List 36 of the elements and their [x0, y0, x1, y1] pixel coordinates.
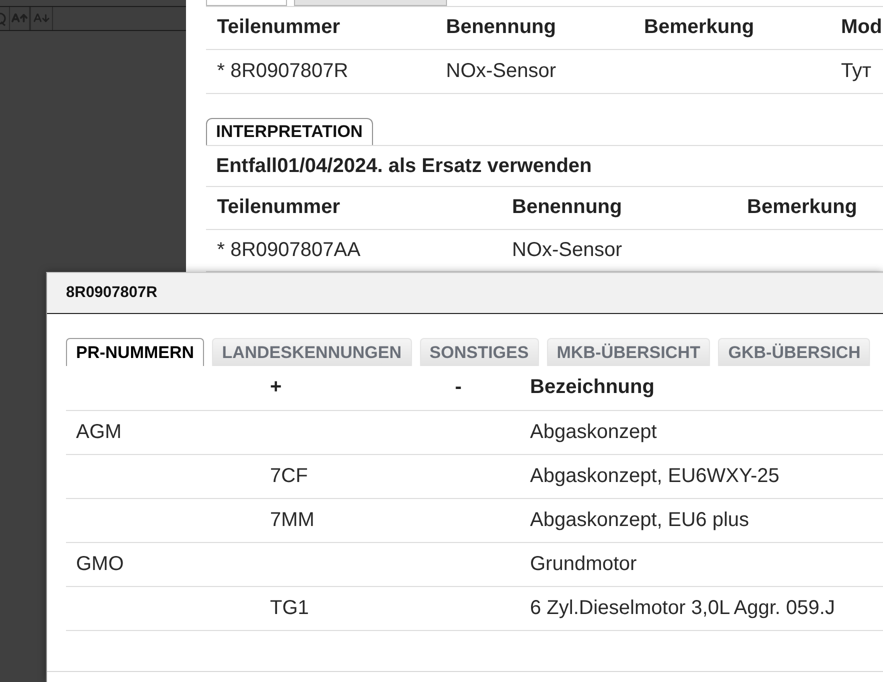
column-header: Teilenummer [206, 7, 435, 49]
tab[interactable] [294, 0, 447, 6]
tab[interactable]: SONSTIGES [420, 338, 539, 366]
tab[interactable]: PR-NUMMERN [66, 338, 204, 366]
column-header: Bemerkung [736, 186, 883, 230]
decrease-font-button[interactable] [30, 7, 53, 30]
search-icon[interactable] [0, 12, 6, 26]
tab[interactable]: LANDESKENNUNGEN [212, 338, 412, 366]
column-header: Bemerkung [633, 7, 830, 49]
dialog-title: 8R0907807R [66, 284, 158, 302]
table-cell: 7MM [260, 498, 445, 542]
column-header: Teilenummer [206, 186, 501, 230]
column-header: Bezeichnung [520, 366, 883, 410]
table-cell: 7CF [260, 454, 445, 498]
table-cell: 6 Zyl.Dieselmotor 3,0L Aggr. 059.J [520, 586, 883, 630]
table-cell: GMO [66, 542, 260, 586]
column-header: Benennung [501, 186, 736, 230]
table-cell: Abgaskonzept, EU6WXY-25 [520, 454, 883, 498]
tab[interactable]: GKB-ÜBERSICH [718, 338, 870, 366]
table-cell: Тут [830, 49, 883, 93]
table-cell: NOx-Sensor [435, 49, 633, 93]
table-cell: * 8R0907807R [206, 49, 435, 93]
column-header: Benennung [435, 7, 633, 49]
column-header: - [445, 366, 520, 410]
table-cell: Abgaskonzept, EU6 plus [520, 498, 883, 542]
increase-font-button[interactable] [9, 7, 30, 30]
column-header: + [260, 366, 445, 410]
section-tab[interactable]: INTERPRETATION [206, 118, 373, 144]
tab[interactable]: MKB-ÜBERSICHT [546, 338, 710, 366]
table-cell: AGM [66, 410, 260, 454]
tab[interactable] [206, 0, 287, 6]
column-header: Mod [830, 7, 883, 49]
table-cell: TG1 [260, 586, 445, 630]
table-cell: Grundmotor [520, 542, 883, 586]
table-cell: Abgaskonzept [520, 410, 883, 454]
interpretation-note: Entfall01/04/2024. als Ersatz verwenden [206, 144, 883, 186]
